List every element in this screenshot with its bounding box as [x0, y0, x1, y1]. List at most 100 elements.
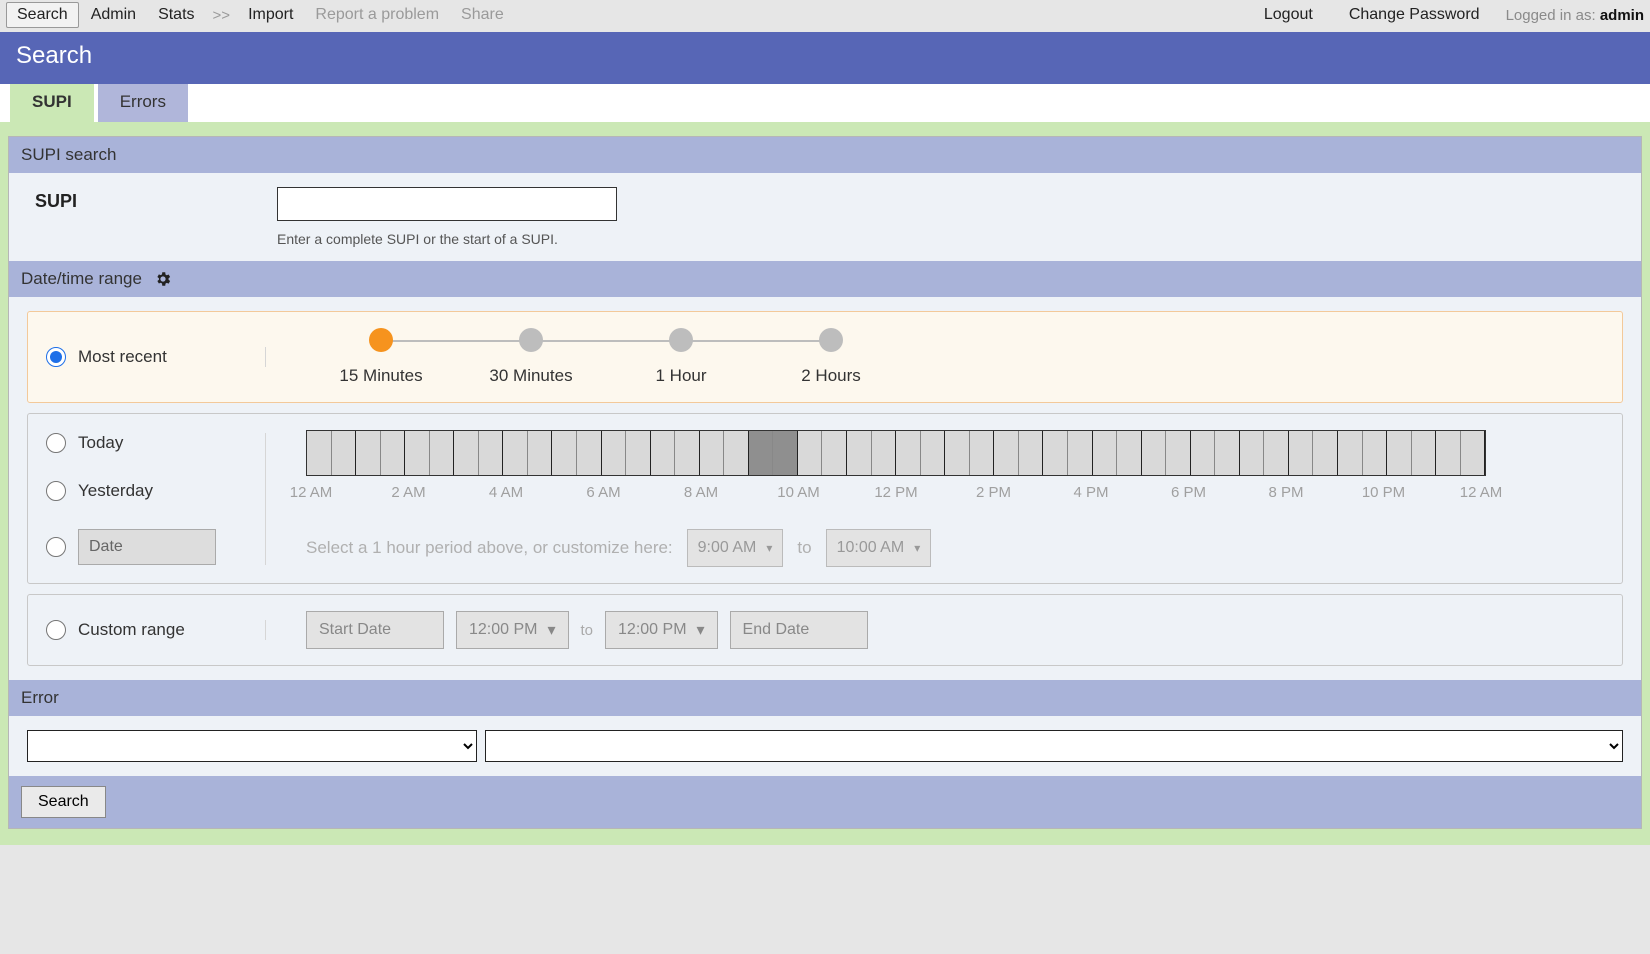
radio-yesterday[interactable]: Yesterday [46, 481, 257, 501]
end-date-picker[interactable]: End Date [730, 611, 868, 649]
timeline-cell[interactable] [381, 431, 406, 475]
timeline-cell[interactable] [945, 431, 970, 475]
nav-share: Share [451, 3, 514, 27]
timeline-cell[interactable] [994, 431, 1019, 475]
tab-bar: SUPI Errors [0, 84, 1650, 128]
most-recent-row: Most recent 15 Minutes [27, 311, 1623, 403]
timeline-hour-label: 2 AM [379, 484, 439, 501]
timeline-cell[interactable] [356, 431, 381, 475]
period-to-select[interactable]: 10:00 AM ▾ [826, 529, 932, 567]
timeline-hour-label: 12 AM [1451, 484, 1511, 501]
custom-to-word: to [581, 622, 594, 639]
radio-date[interactable]: Date [46, 529, 257, 565]
timeline-cell[interactable] [332, 431, 357, 475]
timeline-cell[interactable] [1412, 431, 1437, 475]
radio-most-recent[interactable]: Most recent [46, 347, 257, 367]
timeline-cell[interactable] [1166, 431, 1191, 475]
day-range-row: Today Yesterday Date [27, 413, 1623, 584]
timeline-hour-label: 4 PM [1061, 484, 1121, 501]
timeline-hour-label: 12 AM [281, 484, 341, 501]
timeline-cell[interactable] [970, 431, 995, 475]
timeline-hour-label: 8 PM [1256, 484, 1316, 501]
nav-search[interactable]: Search [6, 2, 79, 28]
timeline-cell[interactable] [798, 431, 823, 475]
search-button[interactable]: Search [21, 786, 106, 818]
nav-admin[interactable]: Admin [81, 3, 146, 27]
timeline-cell[interactable] [1289, 431, 1314, 475]
timeline-cell[interactable] [675, 431, 700, 475]
timeline-cell[interactable] [1264, 431, 1289, 475]
timeline-cell[interactable] [577, 431, 602, 475]
custom-range-row: Custom range Start Date 12:00 PM ▾ to [27, 594, 1623, 666]
radio-today-label: Today [78, 433, 123, 453]
timeline-cell[interactable] [724, 431, 749, 475]
timeline-cell[interactable] [1387, 431, 1412, 475]
timeline-cell[interactable] [1093, 431, 1118, 475]
radio-most-recent-label: Most recent [78, 347, 167, 367]
timeline-cell[interactable] [822, 431, 847, 475]
timeline-cell[interactable] [454, 431, 479, 475]
timeline-cell[interactable] [1142, 431, 1167, 475]
timeline-cell[interactable] [626, 431, 651, 475]
nav-logout[interactable]: Logout [1254, 3, 1323, 27]
timeline-cell[interactable] [1313, 431, 1338, 475]
timeline-cell[interactable] [872, 431, 897, 475]
timeline-cell[interactable] [1363, 431, 1388, 475]
nav-change-password[interactable]: Change Password [1339, 3, 1490, 27]
top-nav: Search Admin Stats >> Import Report a pr… [0, 0, 1650, 32]
error-select-2[interactable] [485, 730, 1623, 762]
timeline-cell[interactable] [1068, 431, 1093, 475]
timeline-cell[interactable] [1461, 431, 1486, 475]
start-time-select[interactable]: 12:00 PM ▾ [456, 611, 569, 649]
timeline[interactable] [306, 430, 1486, 476]
timeline-cell[interactable] [749, 431, 774, 475]
supi-input[interactable] [277, 187, 617, 221]
date-picker[interactable]: Date [78, 529, 216, 565]
chevron-down-icon: ▾ [697, 620, 705, 640]
timeline-cell[interactable] [552, 431, 577, 475]
nav-import[interactable]: Import [238, 3, 303, 27]
timeline-cell[interactable] [1019, 431, 1044, 475]
timeline-cell[interactable] [1043, 431, 1068, 475]
tab-supi[interactable]: SUPI [10, 84, 94, 122]
timeline-cell[interactable] [479, 431, 504, 475]
timeline-cell[interactable] [1338, 431, 1363, 475]
nav-report-problem: Report a problem [305, 3, 449, 27]
timeline-cell[interactable] [896, 431, 921, 475]
timeline-cell[interactable] [847, 431, 872, 475]
timeline-cell[interactable] [1191, 431, 1216, 475]
timeline-cell[interactable] [1117, 431, 1142, 475]
step-15min[interactable]: 15 Minutes [306, 328, 456, 386]
start-date-picker[interactable]: Start Date [306, 611, 444, 649]
timeline-hour-label: 2 PM [964, 484, 1024, 501]
timeline-cell[interactable] [1436, 431, 1461, 475]
period-from-select[interactable]: 9:00 AM ▾ [687, 529, 784, 567]
timeline-cell[interactable] [700, 431, 725, 475]
timeline-cell[interactable] [602, 431, 627, 475]
tab-errors[interactable]: Errors [98, 84, 188, 122]
error-select-1[interactable] [27, 730, 477, 762]
timeline-cell[interactable] [1215, 431, 1240, 475]
nav-stats[interactable]: Stats [148, 3, 204, 27]
step-slider-track [381, 340, 831, 342]
radio-today[interactable]: Today [46, 433, 257, 453]
timeline-cell[interactable] [528, 431, 553, 475]
step-2hours[interactable]: 2 Hours [756, 328, 906, 386]
step-1hour[interactable]: 1 Hour [606, 328, 756, 386]
supi-search-header: SUPI search [9, 137, 1641, 173]
radio-custom-range[interactable]: Custom range [46, 620, 257, 640]
step-slider[interactable]: 15 Minutes 30 Minutes 1 Hour [306, 328, 906, 386]
timeline-hour-label: 6 AM [574, 484, 634, 501]
timeline-cell[interactable] [773, 431, 798, 475]
step-30min[interactable]: 30 Minutes [456, 328, 606, 386]
timeline-cell[interactable] [430, 431, 455, 475]
timeline-hour-label: 10 PM [1354, 484, 1414, 501]
timeline-cell[interactable] [651, 431, 676, 475]
gear-icon[interactable] [154, 270, 172, 288]
timeline-cell[interactable] [307, 431, 332, 475]
end-time-select[interactable]: 12:00 PM ▾ [605, 611, 718, 649]
timeline-cell[interactable] [1240, 431, 1265, 475]
timeline-cell[interactable] [405, 431, 430, 475]
timeline-cell[interactable] [503, 431, 528, 475]
timeline-cell[interactable] [921, 431, 946, 475]
